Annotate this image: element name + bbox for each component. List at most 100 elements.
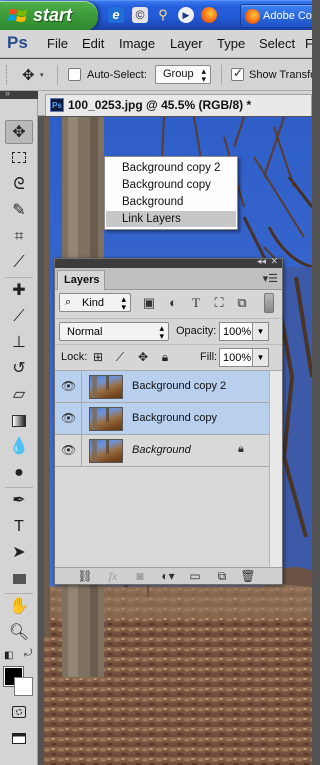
pen-tool-icon[interactable]: ✒ [5,489,33,513]
layer-row-background-copy[interactable]: 👁︎ Background copy [55,403,269,435]
lock-image-pixels-icon[interactable]: ⟋ [113,350,127,365]
lock-position-icon[interactable]: ✥ [136,350,150,364]
filter-toggle[interactable] [264,293,274,313]
add-mask-icon[interactable]: ◙ [132,569,148,583]
dodge-tool-icon[interactable]: ● [5,461,33,485]
quick-selection-tool-icon[interactable]: ✎ [5,199,33,223]
layers-scrollbar[interactable] [269,371,282,568]
lock-icon[interactable]: 🔒︎ [238,443,244,456]
lasso-tool-icon[interactable]: ᘓ [5,173,33,197]
rectangle-tool-icon[interactable] [5,567,33,591]
eraser-tool-icon[interactable]: ▱ [5,383,33,407]
tool-preset-dropdown-icon[interactable]: ▾ [40,71,44,79]
clone-stamp-tool-icon[interactable]: ⊥ [5,331,33,355]
document-tab[interactable]: Ps 100_0253.jpg @ 45.5% (RGB/8) * [45,94,312,116]
blend-mode-dropdown[interactable]: Normal ▴ ▾ [59,322,169,341]
tab-layers[interactable]: Layers [57,270,105,290]
zoom-tool-icon[interactable]: 🔍︎ [5,621,33,645]
layer-thumbnail [89,439,123,463]
filter-kind-dropdown[interactable]: ⌕ Kind ▴ ▾ [59,293,131,312]
history-brush-tool-icon[interactable]: ↺ [5,357,33,381]
adjustment-layer-icon[interactable]: ◐▾ [160,569,176,583]
menu-file[interactable]: File [47,36,68,51]
lock-row: Lock: ⊞ ⟋ ✥ 🔒︎ Fill: 100% ▼ [55,344,282,370]
opacity-input[interactable]: 100% [219,322,253,341]
auto-select-target-dropdown[interactable]: Group ▴ ▾ [155,65,211,84]
type-tool-icon[interactable]: T [5,515,33,539]
swap-colors-icon[interactable]: ⤾ [24,648,32,659]
photoshop-file-icon: Ps [50,98,64,112]
menu-item-background-copy-2[interactable]: Background copy 2 [106,160,236,176]
eye-icon[interactable]: 👁︎ [61,379,76,393]
marquee-tool-icon[interactable] [5,146,33,170]
layer-name[interactable]: Background [132,444,191,456]
menu-item-background-copy[interactable]: Background copy [106,177,236,193]
filter-type-icon[interactable]: T [188,295,204,311]
move-tool-icon[interactable]: ✥ [22,66,35,84]
taskbar-item-firefox[interactable]: Adobe Co [240,4,312,28]
start-button[interactable]: start [0,1,98,31]
menu-filter[interactable]: F [305,36,312,51]
auto-select-checkbox[interactable] [68,68,81,81]
filter-adjustment-icon[interactable]: ◐ [165,295,181,310]
healing-brush-tool-icon[interactable]: ✚ [5,279,33,303]
layer-name[interactable]: Background copy 2 [132,380,226,392]
filter-pixel-icon[interactable]: ▣ [141,295,157,311]
panel-titlebar[interactable]: ◂◂ ✕ [55,256,282,268]
panel-menu-icon[interactable]: ▾☰ [263,272,278,285]
menu-image[interactable]: Image [119,36,155,51]
trash-icon[interactable]: 🗑︎ [240,569,256,583]
blend-mode-value: Normal [67,326,103,338]
gradient-tool-icon[interactable] [5,409,33,433]
new-group-icon[interactable]: ▭ [187,569,203,583]
show-transform-label: Show Transform [249,69,312,81]
default-colors-icon[interactable]: ◧ [4,650,13,661]
media-player-icon[interactable]: ▶ [178,7,194,23]
move-tool-icon[interactable]: ✥ [5,120,33,144]
divider [81,371,82,403]
menu-layer[interactable]: Layer [170,36,203,51]
hand-tool-icon[interactable]: ✋ [5,595,33,619]
menu-type[interactable]: Type [217,36,245,51]
eye-icon[interactable]: 👁︎ [61,411,76,425]
spinner-arrows-icon: ▴ ▾ [121,294,126,312]
divider [81,403,82,435]
menu-edit[interactable]: Edit [82,36,104,51]
show-transform-checkbox[interactable] [231,66,244,81]
collapse-icon[interactable]: » [5,88,10,98]
lock-all-icon[interactable]: 🔒︎ [158,350,172,365]
crop-tool-icon[interactable]: ⌗ [5,225,33,249]
eye-icon[interactable]: 👁︎ [61,443,76,457]
menu-item-background[interactable]: Background [106,194,236,210]
blur-tool-icon[interactable]: 💧 [5,435,33,459]
new-layer-icon[interactable]: ⧉ [214,569,230,584]
link-layers-icon[interactable]: ⛓ [77,569,93,583]
lamp-icon[interactable]: ⚲ [155,7,171,23]
eyedropper-tool-icon[interactable]: ⟋ [5,251,33,275]
background-color-swatch[interactable] [14,677,33,696]
screen-mode-icon[interactable] [5,727,33,751]
filter-shape-icon[interactable]: ⛶ [211,295,227,311]
menu-item-link-layers[interactable]: Link Layers [106,211,236,227]
fill-input[interactable]: 100% [219,348,253,367]
ie-icon[interactable]: e [108,7,124,23]
quick-mask-icon[interactable] [5,700,33,724]
filter-smart-object-icon[interactable]: ⧉ [234,295,250,311]
copyright-icon[interactable]: © [132,7,148,23]
options-grip[interactable] [6,65,8,85]
layer-row-background-copy-2[interactable]: 👁︎ Background copy 2 [55,371,269,403]
firefox-icon[interactable] [201,7,217,23]
layer-name[interactable]: Background copy [132,412,217,424]
collapse-panel-icon[interactable]: ◂◂ [257,256,266,267]
brush-tool-icon[interactable]: ⟋ [5,305,33,329]
menu-select[interactable]: Select [259,36,295,51]
opacity-dropdown-icon[interactable]: ▼ [253,322,269,341]
tools-panel-header[interactable]: » [0,88,38,99]
fill-dropdown-icon[interactable]: ▼ [253,348,269,367]
fx-icon[interactable]: fx [105,569,121,584]
layer-row-background[interactable]: 👁︎ Background 🔒︎ [55,435,269,467]
document-title: 100_0253.jpg @ 45.5% (RGB/8) * [68,98,252,112]
path-selection-tool-icon[interactable]: ➤ [5,541,33,565]
close-panel-icon[interactable]: ✕ [270,256,278,267]
lock-transparent-pixels-icon[interactable]: ⊞ [91,350,105,364]
